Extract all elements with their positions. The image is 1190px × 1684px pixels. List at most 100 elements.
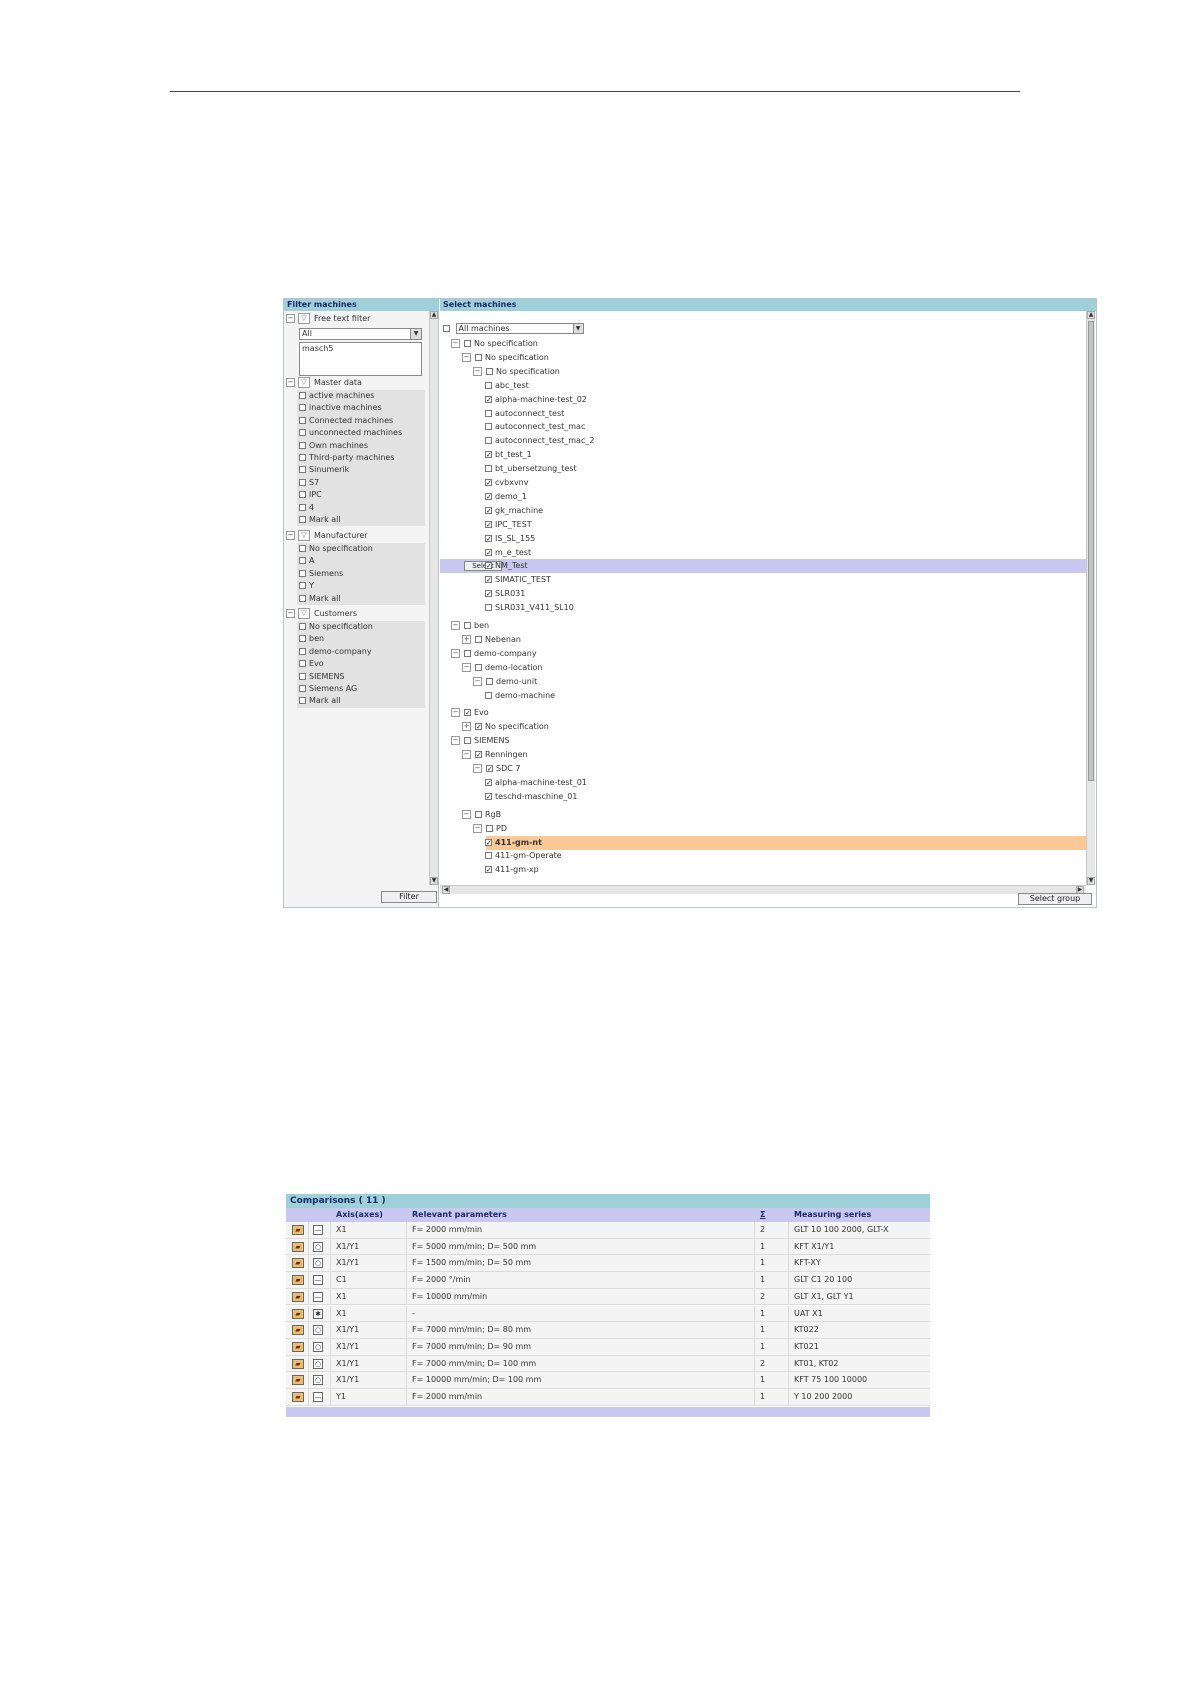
collapse-icon[interactable]: − (451, 648, 460, 658)
tree-node[interactable]: SLR031_V411_SL10 (485, 601, 574, 615)
tree-node-checkbox[interactable] (464, 649, 471, 657)
tree-vertical-scrollbar[interactable]: ▲ ▼ (1086, 311, 1095, 885)
master-data-title[interactable]: − ▽ Master data (286, 377, 362, 389)
table-row[interactable]: ▰ ○ X1/Y1 F= 5000 mm/min; D= 500 mm 1 KFT X1/… (286, 1238, 930, 1256)
tree-node-checkbox[interactable] (464, 622, 471, 629)
tree-node[interactable]: − ben (451, 619, 489, 633)
tree-node-checkbox[interactable] (485, 691, 492, 699)
master-data-item[interactable]: unconnected machines (297, 427, 425, 439)
master-data-checkbox[interactable] (299, 503, 306, 511)
tree-node[interactable]: bt_ubersetzung_test (485, 462, 577, 476)
tree-node-checkbox[interactable]: ✓ (486, 765, 493, 773)
tree-node-checkbox[interactable]: ✓ (485, 548, 492, 556)
tree-node-checkbox[interactable]: ✓ (485, 395, 492, 403)
master-data-checkbox[interactable] (299, 441, 306, 449)
tree-node[interactable]: − demo-unit (473, 675, 537, 689)
free-text-input[interactable]: masch5 (299, 342, 422, 376)
tree-horizontal-scrollbar[interactable]: ◀ ▶ (440, 885, 1086, 894)
tree-node[interactable]: ✓ SLR031 (485, 587, 525, 601)
scroll-up-icon[interactable]: ▲ (430, 311, 438, 319)
tree-node[interactable]: ✓ demo_1 (485, 490, 527, 504)
tree-node-checkbox[interactable]: ✓ (485, 576, 492, 584)
tree-node-checkbox[interactable] (464, 340, 471, 347)
open-folder-icon[interactable]: ▰ (292, 1241, 304, 1252)
manufacturer-item[interactable]: A (297, 555, 425, 567)
expand-icon[interactable]: + (462, 634, 471, 644)
select-all-checkbox[interactable] (443, 325, 450, 332)
open-folder-icon[interactable]: ▰ (292, 1258, 304, 1269)
open-folder-icon[interactable]: ▰ (292, 1225, 304, 1235)
open-folder-icon[interactable]: ▰ (292, 1275, 304, 1286)
table-row[interactable]: ▰ — Y1 F= 2000 mm/min 1 Y 10 200 2000 (286, 1389, 930, 1406)
tree-node-checkbox[interactable] (485, 437, 492, 445)
collapse-icon[interactable]: − (473, 764, 482, 773)
tree-node[interactable]: ✓ alpha-machine-test_01 (485, 776, 587, 790)
tree-node-checkbox[interactable] (464, 737, 471, 745)
free-text-scope-select[interactable]: All ▼ (299, 328, 422, 340)
collapse-icon[interactable]: − (286, 609, 295, 618)
tree-node-checkbox[interactable] (485, 409, 492, 417)
master-data-checkbox[interactable] (299, 453, 306, 461)
master-data-item[interactable]: inactive machines (297, 402, 425, 414)
open-folder-icon[interactable]: ▰ (292, 1358, 304, 1369)
tree-node[interactable]: − RgB (462, 808, 501, 822)
tree-node-checkbox[interactable] (486, 677, 493, 685)
master-data-item[interactable]: active machines (297, 390, 425, 402)
tree-node[interactable]: − No specification (451, 337, 538, 351)
table-row[interactable]: ▰ ○ X1/Y1 F= 7000 mm/min; D= 80 mm 1 KT022 (286, 1322, 930, 1339)
tree-node-checkbox[interactable] (475, 353, 482, 361)
table-row[interactable]: ▰ — C1 F= 2000 °/min 1 GLT C1 20 100 (286, 1272, 930, 1289)
tree-node[interactable]: ✓ alpha-machine-test_02 (485, 393, 587, 407)
collapse-icon[interactable]: − (462, 352, 471, 362)
table-row[interactable]: ▰ ○ X1/Y1 F= 1500 mm/min; D= 50 mm 1 KFT-XY (286, 1255, 930, 1273)
table-row[interactable]: ▰ ○ X1/Y1 F= 7000 mm/min; D= 90 mm 1 KT021 (286, 1338, 930, 1356)
customer-checkbox[interactable] (299, 660, 306, 668)
customers-title[interactable]: − ▽ Customers (286, 608, 357, 620)
tree-node-checkbox[interactable]: ✓ (485, 534, 492, 542)
filter-button[interactable]: Filter (381, 891, 437, 903)
tree-node-checkbox[interactable]: ✓ (485, 590, 492, 598)
tree-node-checkbox[interactable] (475, 810, 482, 818)
customer-item[interactable]: ben (297, 633, 425, 645)
tree-node-checkbox[interactable] (485, 852, 492, 860)
tree-node[interactable]: autoconnect_test_mac (485, 420, 585, 434)
tree-node[interactable]: − demo-company (451, 647, 537, 661)
master-data-item[interactable]: IPC (297, 489, 425, 501)
tree-node-checkbox[interactable] (485, 604, 492, 612)
customer-item[interactable]: No specification (297, 621, 425, 633)
tree-node-checkbox[interactable] (475, 635, 482, 643)
open-folder-icon[interactable]: ▰ (292, 1392, 304, 1402)
master-data-checkbox[interactable] (299, 491, 306, 499)
tree-node[interactable]: − No specification (473, 365, 560, 379)
tree-node-checkbox[interactable]: ✓ (485, 792, 492, 800)
tree-node-checkbox[interactable]: ✓ (464, 709, 471, 717)
tree-node-checkbox[interactable]: ✓ (485, 520, 492, 528)
tree-node-checkbox[interactable]: ✓ (475, 723, 482, 731)
tree-node[interactable]: ✓ 411-gm-nt (485, 836, 542, 850)
open-folder-icon[interactable]: ▰ (292, 1308, 304, 1319)
expand-icon[interactable]: + (462, 722, 471, 732)
customer-item[interactable]: Mark all (297, 695, 425, 707)
tree-node[interactable]: demo-machine (485, 689, 555, 703)
collapse-icon[interactable]: − (462, 809, 471, 819)
master-data-item[interactable]: Own machines (297, 440, 425, 452)
tree-node[interactable]: − demo-location (462, 661, 542, 675)
table-row[interactable]: ▰ — X1 F= 10000 mm/min 2 GLT X1, GLT Y1 (286, 1288, 930, 1306)
master-data-item[interactable]: Connected machines (297, 415, 425, 427)
collapse-icon[interactable]: − (473, 823, 482, 833)
tree-node[interactable]: ✓ NM_Test (485, 559, 528, 573)
tree-node-checkbox[interactable]: ✓ (475, 751, 482, 759)
customer-checkbox[interactable] (299, 647, 306, 655)
collapse-icon[interactable]: − (286, 314, 295, 323)
tree-node[interactable]: ✓ gk_machine (485, 504, 543, 518)
tree-node-checkbox[interactable]: ✓ (485, 838, 492, 846)
tree-node-checkbox[interactable]: ✓ (485, 562, 492, 570)
scroll-left-icon[interactable]: ◀ (442, 886, 450, 894)
open-folder-icon[interactable]: ▰ (292, 1375, 304, 1386)
master-data-checkbox[interactable] (299, 466, 306, 474)
table-row[interactable]: ▰ — X1 F= 2000 mm/min 2 GLT 10 100 2000, GLT-… (286, 1222, 930, 1239)
tree-node-checkbox[interactable]: ✓ (485, 479, 492, 487)
manufacturer-item[interactable]: Y (297, 580, 425, 592)
manufacturer-item[interactable]: No specification (297, 543, 425, 555)
manufacturer-checkbox[interactable] (299, 582, 306, 590)
